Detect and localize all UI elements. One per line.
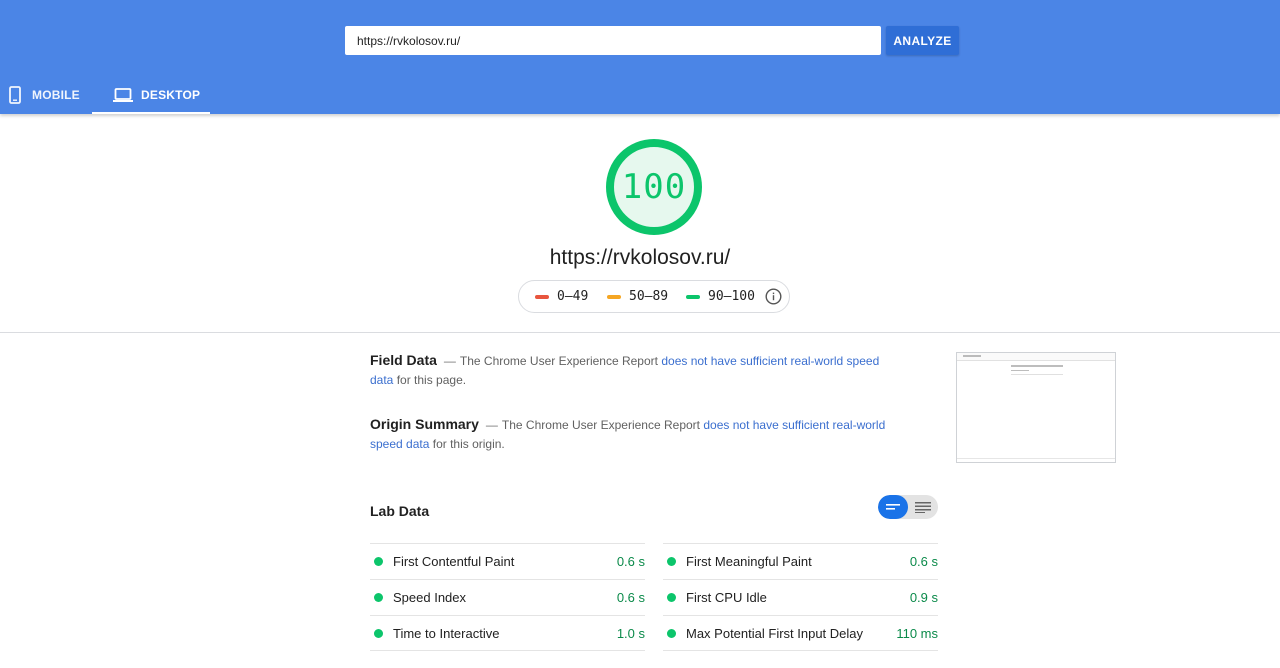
legend-label: 0–49 (557, 289, 589, 304)
separator-dash: — (443, 354, 456, 368)
page-screenshot-thumbnail (956, 352, 1116, 463)
field-data-section: Field Data — The Chrome User Experience Re… (370, 351, 890, 390)
separator-dash: — (485, 418, 498, 432)
metric-value: 1.0 s (616, 625, 645, 641)
origin-summary-text-end: for this origin. (432, 437, 505, 451)
tab-mobile-label: MOBILE (32, 88, 80, 102)
legend-item-pass: 90–100 (686, 281, 755, 312)
thumbnail-titlebar (957, 353, 1115, 361)
origin-summary-title: Origin Summary (370, 416, 479, 432)
legend-swatch-orange (607, 294, 621, 299)
lab-data-title: Lab Data (370, 503, 430, 519)
metric-value: 0.6 s (909, 554, 938, 569)
thumbnail-footer (957, 458, 1115, 462)
thumbnail-divider (1011, 374, 1063, 375)
pass-indicator-icon (667, 628, 676, 638)
legend-item-fail: 0–49 (535, 281, 588, 312)
url-input[interactable] (345, 26, 881, 55)
pass-indicator-icon (374, 557, 383, 566)
metric-value: 0.6 s (616, 554, 645, 569)
metric-value: 0.9 s (909, 590, 938, 605)
thumbnail-text-line (1011, 365, 1063, 367)
active-tab-indicator (92, 112, 210, 114)
metric-row: Speed Index 0.6 s (370, 579, 645, 615)
field-data-text: The Chrome User Experience Report (459, 354, 658, 368)
thumbnail-text-line (1011, 370, 1029, 371)
field-data-text-end: for this page. (396, 373, 467, 387)
legend-item-average: 50–89 (607, 281, 668, 312)
metric-name: First Contentful Paint (393, 554, 515, 569)
lab-metrics-right: First Meaningful Paint 0.6 s First CPU I… (663, 543, 938, 651)
section-divider (0, 332, 1280, 333)
metric-name: Speed Index (393, 590, 467, 605)
smartphone-icon (7, 86, 23, 104)
lab-metrics-left: First Contentful Paint 0.6 s Speed Index… (370, 543, 645, 651)
field-data-title: Field Data (370, 352, 437, 368)
legend-label: 50–89 (629, 289, 669, 304)
legend-swatch-red (535, 294, 549, 299)
tab-desktop-label: DESKTOP (141, 88, 201, 102)
origin-summary-section: Origin Summary — The Chrome User Experienc… (370, 415, 890, 454)
legend-swatch-green (686, 294, 700, 299)
legend-label: 90–100 (708, 289, 755, 304)
tab-mobile[interactable]: MOBILE (0, 76, 86, 114)
pass-indicator-icon (374, 628, 383, 638)
metric-row: Max Potential First Input Delay 110 ms (663, 615, 938, 651)
metric-row: First Meaningful Paint 0.6 s (663, 543, 938, 579)
expanded-view-icon (915, 502, 931, 513)
header-bar: ANALYZE MOBILE DESKTOP (0, 0, 1280, 114)
metric-name: Max Potential First Input Delay (686, 625, 864, 641)
metric-row: First CPU Idle 0.9 s (663, 579, 938, 615)
info-icon[interactable] (765, 288, 782, 305)
metric-value: 0.6 s (616, 590, 645, 605)
analyzed-url: https://rvkolosov.ru/ (549, 246, 731, 269)
laptop-icon (113, 87, 133, 103)
analyze-button[interactable]: ANALYZE (886, 26, 959, 55)
metric-name: First Meaningful Paint (686, 554, 812, 569)
view-toggle (878, 495, 938, 519)
pass-indicator-icon (667, 557, 676, 566)
metric-name: First CPU Idle (686, 590, 767, 605)
origin-summary-text: The Chrome User Experience Report (501, 418, 701, 432)
score-value: 100 (621, 167, 687, 207)
metric-value: 110 ms (896, 625, 938, 641)
score-legend: 0–49 50–89 90–100 (518, 280, 790, 313)
pass-indicator-icon (374, 593, 383, 602)
metric-row: Time to Interactive 1.0 s (370, 615, 645, 651)
compact-view-icon (886, 504, 900, 510)
tab-desktop[interactable]: DESKTOP (92, 76, 210, 114)
metric-row: First Contentful Paint 0.6 s (370, 543, 645, 579)
metric-name: Time to Interactive (393, 625, 500, 641)
pass-indicator-icon (667, 593, 676, 602)
expanded-view-button[interactable] (908, 495, 938, 519)
compact-view-button[interactable] (878, 495, 908, 519)
